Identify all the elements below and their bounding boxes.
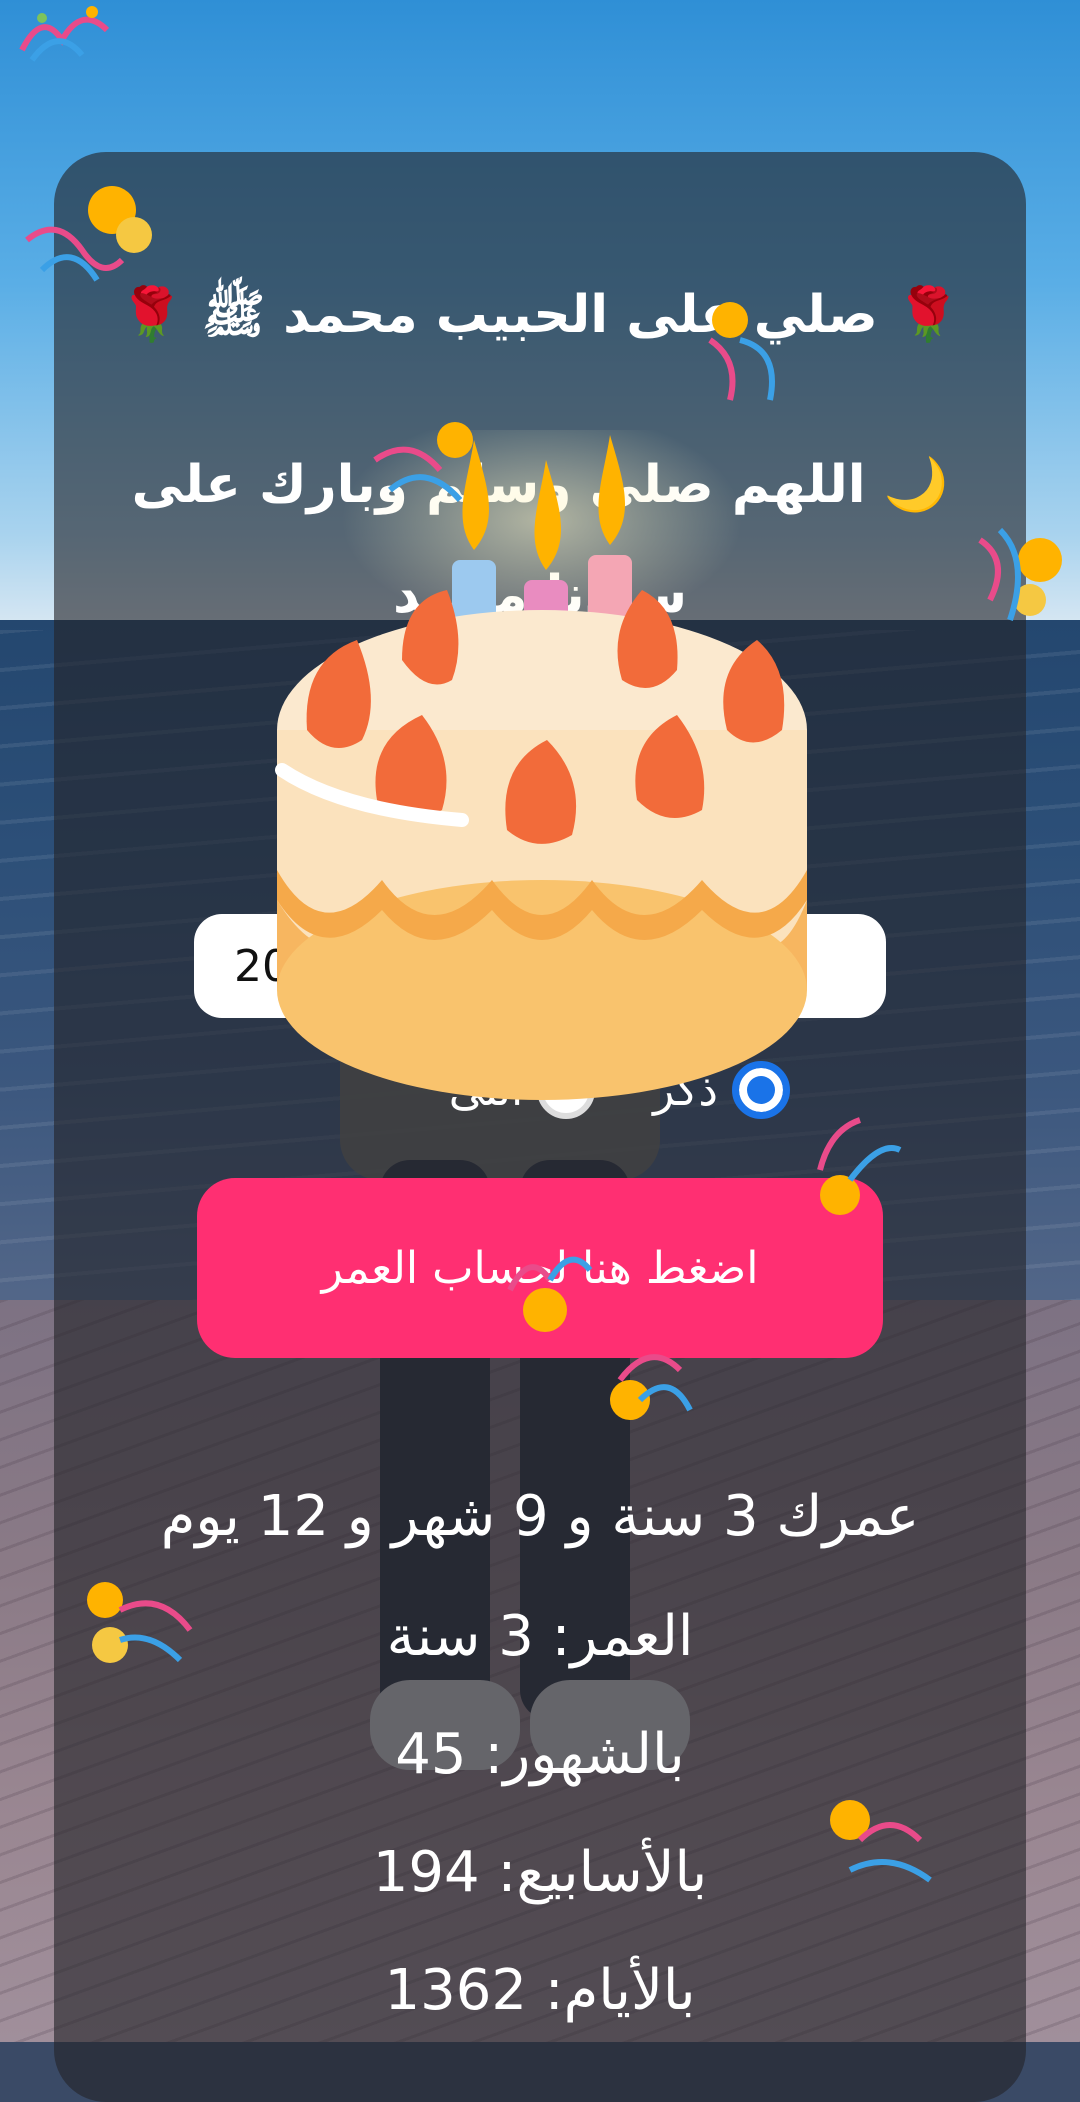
- age-summary: عمرك 3 سنة و 9 شهر و 12 يوم: [160, 1484, 920, 1549]
- age-days: بالأيام: 1362: [384, 1958, 696, 2023]
- age-years: العمر: 3 سنة: [386, 1604, 694, 1669]
- confetti-popper-icon: [19, 6, 110, 62]
- age-months: بالشهور: 45: [395, 1722, 685, 1787]
- confetti-popper-icon: [373, 422, 473, 502]
- birthday-cake-icon: [275, 430, 807, 1100]
- confetti-popper-icon: [978, 527, 1062, 621]
- confetti-popper-icon: [610, 1354, 693, 1420]
- confetti-popper-icon: [507, 1256, 593, 1332]
- confetti-popper-icon: [708, 302, 775, 401]
- confetti-popper-icon: [830, 1800, 932, 1883]
- confetti-popper-icon: [817, 1117, 902, 1215]
- salawat-text: 🌹 صلي على الحبيب محمد ﷺ 🌹: [119, 285, 961, 345]
- confetti-popper-icon: [25, 186, 152, 282]
- confetti-popper-icon: [87, 1582, 193, 1663]
